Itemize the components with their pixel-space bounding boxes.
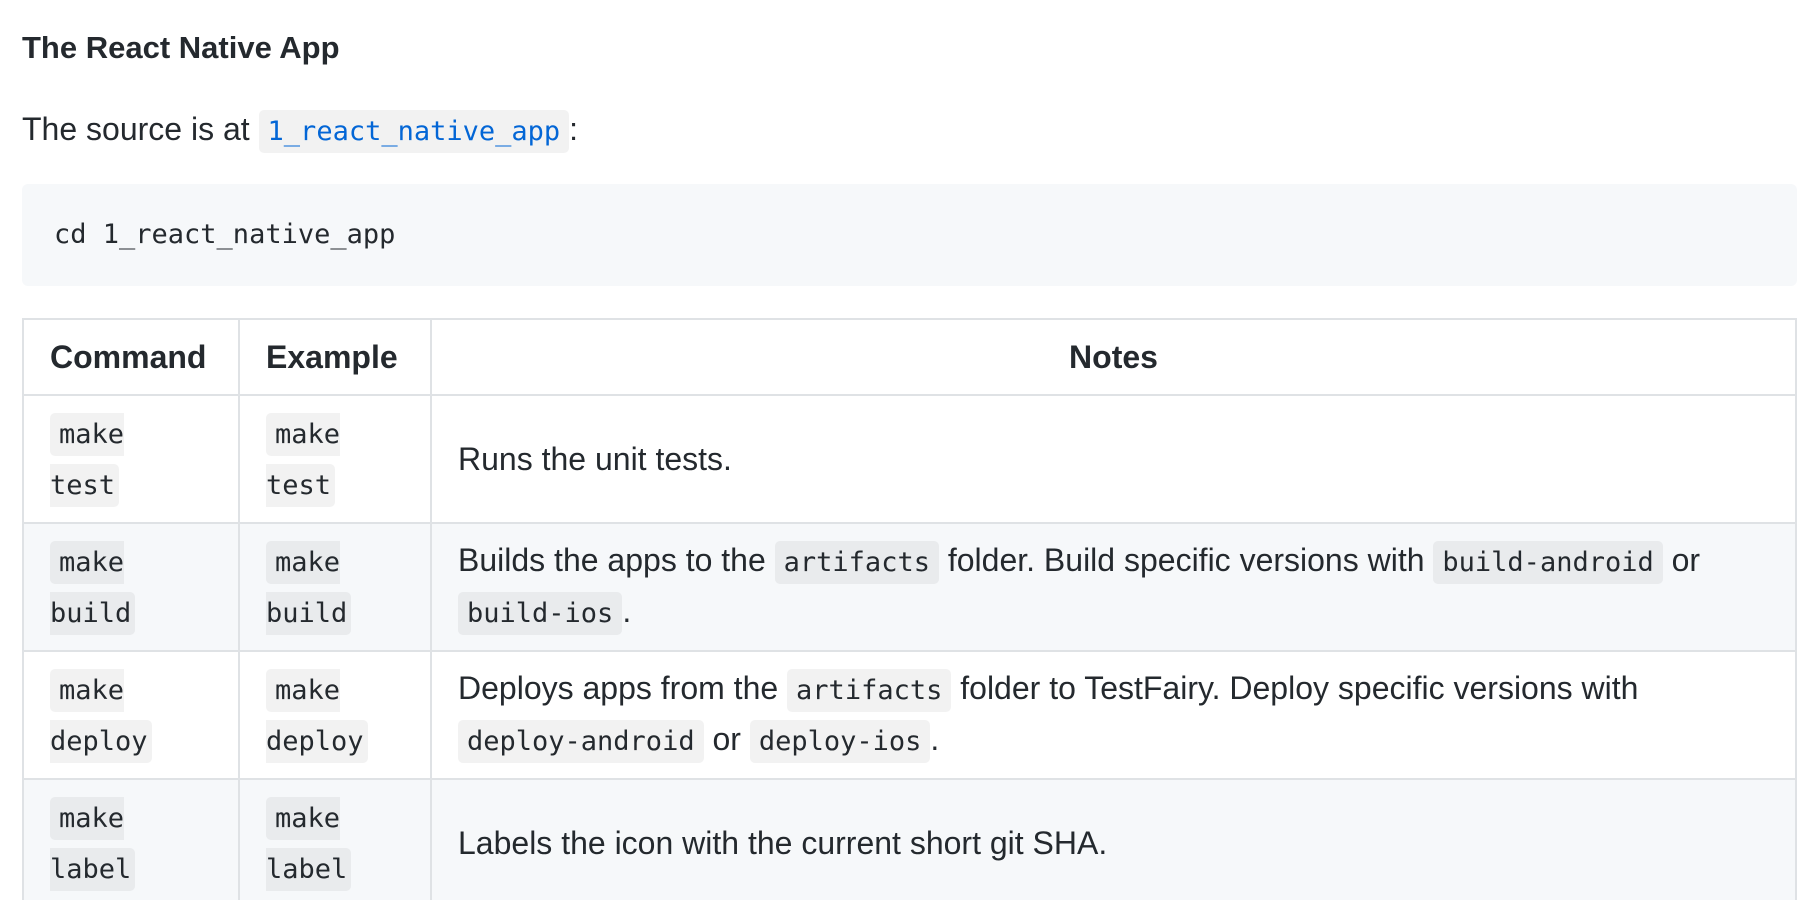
source-link-code[interactable]: 1_react_native_app — [258, 110, 570, 153]
notes-text: folder to TestFairy. Deploy specific ver… — [960, 670, 1639, 706]
notes-cell: Builds the apps to the artifacts folder.… — [430, 522, 1797, 652]
code-block: cd 1_react_native_app — [22, 184, 1797, 286]
notes-cell: Deploys apps from the artifacts folder t… — [430, 650, 1797, 780]
section-heading: The React Native App — [22, 30, 340, 65]
command-cell: make test — [22, 394, 240, 524]
header-example: Example — [238, 318, 432, 396]
notes-text: . — [930, 721, 940, 757]
example-cell: make deploy — [238, 650, 432, 780]
command-code: make deploy — [50, 669, 152, 763]
example-code: make test — [266, 413, 341, 507]
table-row: make deploy make deploy Deploys apps from … — [22, 650, 1797, 780]
notes-code: deploy-android — [458, 720, 704, 763]
command-code: make test — [50, 413, 125, 507]
notes-code: artifacts — [787, 669, 952, 712]
notes-code: build-ios — [458, 592, 623, 635]
source-paragraph: The source is at 1_react_native_app: — [22, 105, 578, 156]
notes-code: artifacts — [774, 541, 939, 584]
commands-table: Command Example Notes make test make test … — [22, 318, 1797, 900]
notes-text: folder. Build specific versions with — [947, 542, 1425, 578]
notes-text: Labels the icon with the current short g… — [458, 825, 1108, 861]
notes-text: or — [712, 721, 741, 757]
command-cell: make build — [22, 522, 240, 652]
notes-code: build-android — [1433, 541, 1663, 584]
header-command: Command — [22, 318, 240, 396]
notes-text: or — [1671, 542, 1701, 578]
example-cell: make build — [238, 522, 432, 652]
example-code: make build — [266, 541, 352, 635]
table-row: make test make test Runs the unit tests. — [22, 394, 1797, 524]
readme-page: The React Native App The source is at 1_… — [0, 0, 1812, 900]
table-row: make build make build Builds the apps to t… — [22, 522, 1797, 652]
example-cell: make test — [238, 394, 432, 524]
command-cell: make label — [22, 778, 240, 900]
example-code: make deploy — [266, 669, 368, 763]
command-code: make label — [50, 797, 136, 891]
notes-cell: Runs the unit tests. — [430, 394, 1797, 524]
source-suffix: : — [569, 111, 579, 147]
source-link[interactable]: 1_react_native_app — [258, 110, 570, 153]
command-cell: make deploy — [22, 650, 240, 780]
notes-code: deploy-ios — [749, 720, 931, 763]
example-code: make label — [266, 797, 352, 891]
notes-cell: Labels the icon with the current short g… — [430, 778, 1797, 900]
table-header-row: Command Example Notes — [22, 318, 1797, 396]
command-code: make build — [50, 541, 136, 635]
notes-text: Runs the unit tests. — [458, 441, 732, 477]
example-cell: make label — [238, 778, 432, 900]
notes-text: . — [622, 593, 632, 629]
table-row: make label make label Labels the icon with… — [22, 778, 1797, 900]
header-notes: Notes — [430, 318, 1797, 396]
source-prefix: The source is at — [22, 111, 250, 147]
notes-text: Deploys apps from the — [458, 670, 779, 706]
notes-text: Builds the apps to the — [458, 542, 766, 578]
